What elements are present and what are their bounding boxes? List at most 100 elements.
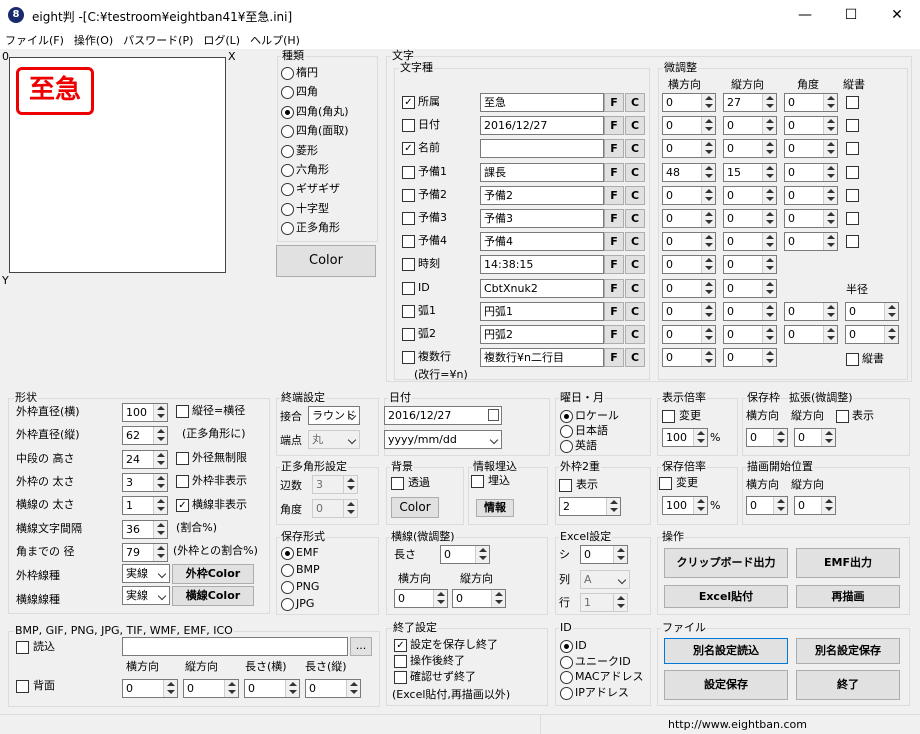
- polygon-sides-spinner[interactable]: 3: [312, 475, 358, 494]
- shape-radio-4[interactable]: [281, 144, 294, 158]
- text-row-0-h-spinner[interactable]: 0: [662, 93, 716, 112]
- text-row-9-color-button[interactable]: C: [625, 301, 645, 321]
- cap-select[interactable]: 丸: [308, 430, 360, 449]
- polygon-angle-spinner[interactable]: 0: [312, 499, 358, 518]
- text-row-4-font-button[interactable]: F: [604, 185, 624, 205]
- text-row-5-angle-spinner[interactable]: 0: [784, 209, 838, 228]
- text-row-9-input[interactable]: 円弧1: [480, 301, 604, 321]
- redraw-button[interactable]: 再描画: [796, 585, 900, 608]
- text-row-5-vert-checkbox[interactable]: [846, 212, 859, 225]
- text-row-9-radius-spinner[interactable]: 0: [845, 301, 899, 321]
- browse-button[interactable]: ...: [350, 637, 372, 656]
- load-as-button[interactable]: 別名設定読込: [664, 638, 788, 664]
- emf-output-button[interactable]: EMF出力: [796, 548, 900, 578]
- text-row-0-vert-checkbox[interactable]: [846, 96, 859, 109]
- background-color-button[interactable]: Color: [391, 497, 439, 518]
- text-row-10-angle-spinner[interactable]: 0: [784, 325, 838, 344]
- text-row-0-angle-spinner[interactable]: 0: [784, 93, 838, 112]
- text-row-3-angle-spinner[interactable]: 0: [784, 162, 838, 182]
- text-row-11-h-spinner[interactable]: 0: [662, 348, 716, 368]
- text-row-10-h-spinner[interactable]: 0: [662, 325, 716, 344]
- hline-type-select[interactable]: 実線: [122, 586, 170, 605]
- text-row-9-angle-spinner[interactable]: 0: [784, 301, 838, 321]
- weekday-radio-1[interactable]: [560, 425, 573, 438]
- text-row-6-checkbox[interactable]: [402, 235, 415, 249]
- save-as-button[interactable]: 別名設定保存: [796, 638, 900, 664]
- text-row-0-font-button[interactable]: F: [604, 93, 624, 112]
- close-button[interactable]: ✕: [874, 0, 920, 30]
- text-row-4-checkbox[interactable]: [402, 188, 415, 202]
- transparent-checkbox[interactable]: [391, 477, 404, 490]
- text-row-6-color-button[interactable]: C: [625, 232, 645, 252]
- text-row-7-color-button[interactable]: C: [625, 255, 645, 275]
- text-row-10-font-button[interactable]: F: [604, 325, 624, 344]
- text-row-8-h-spinner[interactable]: 0: [662, 278, 716, 298]
- text-row-4-angle-spinner[interactable]: 0: [784, 185, 838, 205]
- embed-checkbox[interactable]: [471, 475, 484, 488]
- menu-operation[interactable]: 操作(O): [69, 30, 118, 48]
- text-row-6-input[interactable]: 予備4: [480, 232, 604, 252]
- outer-unlimited-checkbox[interactable]: [176, 452, 189, 465]
- minimize-button[interactable]: —: [782, 0, 828, 30]
- arc-vert-checkbox[interactable]: [846, 353, 859, 366]
- menu-file[interactable]: ファイル(F): [0, 30, 69, 48]
- text-row-0-input[interactable]: 至急: [480, 93, 604, 112]
- text-row-7-v-spinner[interactable]: 0: [723, 255, 777, 275]
- shape-row-6-spinner[interactable]: 79: [122, 542, 168, 562]
- text-row-4-input[interactable]: 予備2: [480, 185, 604, 205]
- text-row-7-input[interactable]: 14:38:15: [480, 255, 604, 275]
- clipboard-output-button[interactable]: クリップボード出力: [664, 548, 788, 578]
- shape-row-4-spinner[interactable]: 1: [122, 496, 168, 516]
- text-row-1-angle-spinner[interactable]: 0: [784, 116, 838, 136]
- save-settings-button[interactable]: 設定保存: [664, 670, 788, 700]
- draw-start-v-spinner[interactable]: 0: [794, 496, 836, 515]
- shape-row-2-spinner[interactable]: 24: [122, 449, 168, 469]
- text-row-2-font-button[interactable]: F: [604, 139, 624, 159]
- expand-v-spinner[interactable]: 0: [794, 428, 836, 447]
- text-row-9-checkbox[interactable]: [402, 304, 415, 318]
- shape-radio-5[interactable]: [281, 164, 294, 177]
- text-row-8-font-button[interactable]: F: [604, 278, 624, 298]
- image-w-spinner[interactable]: 0: [244, 679, 300, 698]
- shape-color-button[interactable]: Color: [276, 245, 376, 277]
- text-row-0-checkbox[interactable]: ✓: [402, 96, 415, 109]
- text-row-3-vert-checkbox[interactable]: [846, 165, 859, 179]
- text-row-1-h-spinner[interactable]: 0: [662, 116, 716, 136]
- text-row-2-input[interactable]: [480, 139, 604, 159]
- text-row-8-color-button[interactable]: C: [625, 278, 645, 298]
- text-row-2-angle-spinner[interactable]: 0: [784, 139, 838, 159]
- shape-row-5-spinner[interactable]: 36: [122, 519, 168, 539]
- outer-double-spinner[interactable]: 2: [559, 497, 621, 516]
- format-radio-3[interactable]: [281, 598, 294, 611]
- text-row-1-font-button[interactable]: F: [604, 116, 624, 136]
- text-row-6-font-button[interactable]: F: [604, 232, 624, 252]
- text-row-9-font-button[interactable]: F: [604, 301, 624, 321]
- id-radio-3[interactable]: [560, 686, 573, 700]
- excel-paste-button[interactable]: Excel貼付: [664, 585, 788, 608]
- text-row-11-v-spinner[interactable]: 0: [723, 348, 777, 368]
- save-scale-spinner[interactable]: 100: [662, 496, 708, 515]
- text-row-8-v-spinner[interactable]: 0: [723, 278, 777, 298]
- excel-col-select[interactable]: A: [580, 570, 630, 589]
- text-row-8-input[interactable]: CbtXnuk2: [480, 278, 604, 298]
- image-bg-checkbox[interactable]: [16, 680, 29, 693]
- text-row-3-h-spinner[interactable]: 48: [662, 162, 716, 182]
- hline-hide-checkbox[interactable]: ✓: [176, 499, 189, 512]
- text-row-3-font-button[interactable]: F: [604, 162, 624, 182]
- date-picker[interactable]: 2016/12/27: [384, 406, 502, 425]
- id-radio-1[interactable]: [560, 655, 573, 669]
- display-scale-checkbox[interactable]: [662, 410, 675, 423]
- text-row-2-color-button[interactable]: C: [625, 139, 645, 159]
- image-read-checkbox[interactable]: [16, 641, 29, 654]
- text-row-4-vert-checkbox[interactable]: [846, 188, 859, 202]
- save-on-exit-checkbox[interactable]: ✓: [394, 639, 407, 652]
- text-row-4-v-spinner[interactable]: 0: [723, 185, 777, 205]
- text-row-6-v-spinner[interactable]: 0: [723, 232, 777, 252]
- text-row-1-v-spinner[interactable]: 0: [723, 116, 777, 136]
- text-row-5-font-button[interactable]: F: [604, 209, 624, 228]
- excel-sheet-spinner[interactable]: 0: [580, 545, 628, 564]
- text-row-4-h-spinner[interactable]: 0: [662, 185, 716, 205]
- info-button[interactable]: 情報: [476, 499, 514, 517]
- quit-button[interactable]: 終了: [796, 670, 900, 700]
- draw-start-h-spinner[interactable]: 0: [746, 496, 788, 515]
